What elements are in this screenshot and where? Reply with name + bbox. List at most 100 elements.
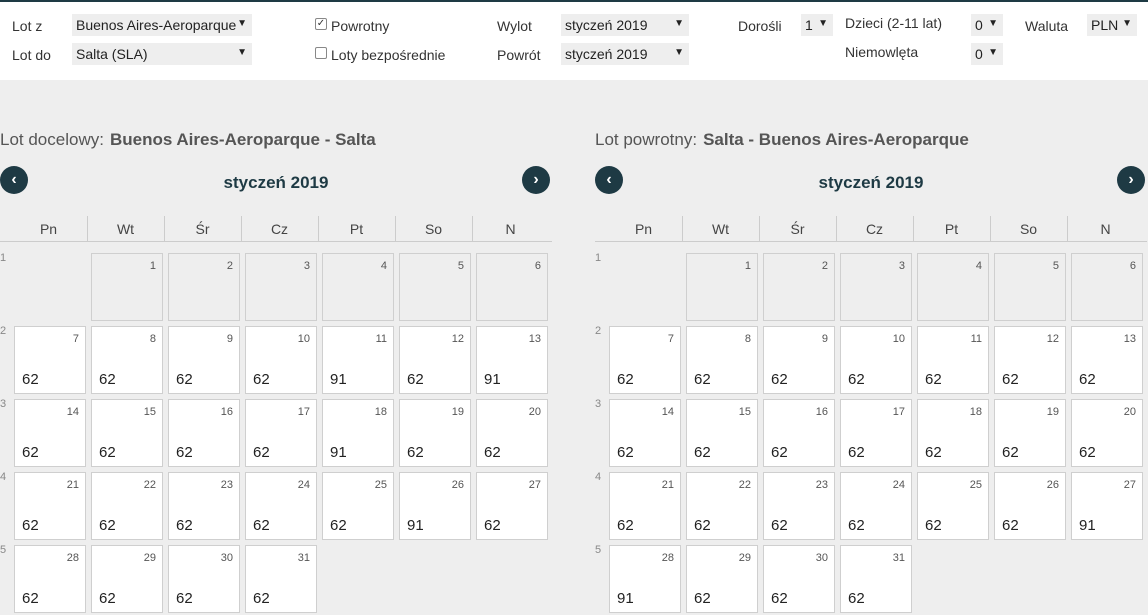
day-cell[interactable]: 21 62 (14, 472, 86, 540)
day-cell[interactable]: 27 91 (1071, 472, 1143, 540)
day-number: 8 (149, 333, 156, 345)
day-cell[interactable]: 14 62 (609, 399, 681, 467)
return-checkbox[interactable]: ✓ (315, 18, 327, 30)
day-cell[interactable]: 25 62 (322, 472, 394, 540)
day-cell[interactable]: 22 62 (91, 472, 163, 540)
infants-select[interactable]: 0 ▼ (971, 43, 1003, 65)
return-date-select[interactable]: styczeń 2019 ▼ (561, 43, 689, 65)
day-cell[interactable]: 31 62 (840, 545, 912, 613)
day-number: 27 (1123, 479, 1136, 491)
day-number: 21 (66, 479, 79, 491)
from-select[interactable]: Buenos Aires-Aeroparque ▼ (72, 14, 252, 36)
day-cell[interactable]: 7 62 (14, 326, 86, 394)
week-number: 3 (595, 398, 602, 410)
week-number: 2 (595, 325, 602, 337)
day-price: 62 (848, 444, 865, 461)
day-cell[interactable]: 8 62 (91, 326, 163, 394)
day-number: 27 (528, 479, 541, 491)
day-cell[interactable]: 16 62 (763, 399, 835, 467)
day-cell[interactable]: 24 62 (840, 472, 912, 540)
day-number: 13 (1123, 333, 1136, 345)
day-cell[interactable]: 10 62 (840, 326, 912, 394)
day-cell[interactable]: 20 62 (1071, 399, 1143, 467)
day-number: 2 (226, 260, 233, 272)
weekday-separator (682, 216, 683, 242)
weekday-separator (1067, 216, 1068, 242)
children-select[interactable]: 0 ▼ (971, 14, 1003, 36)
day-cell[interactable]: 13 91 (476, 326, 548, 394)
day-cell[interactable]: 31 62 (245, 545, 317, 613)
day-cell[interactable]: 23 62 (763, 472, 835, 540)
day-cell[interactable]: 14 62 (14, 399, 86, 467)
chevron-down-icon: ▼ (818, 18, 828, 29)
weekday-separator (472, 216, 473, 242)
departure-select[interactable]: styczeń 2019 ▼ (561, 14, 689, 36)
day-price: 62 (176, 590, 193, 607)
currency-value: PLN (1091, 17, 1119, 33)
day-price: 62 (407, 371, 424, 388)
day-cell[interactable]: 24 62 (245, 472, 317, 540)
day-cell[interactable]: 21 62 (609, 472, 681, 540)
day-cell: 4 (917, 253, 989, 321)
day-price: 62 (484, 444, 501, 461)
day-cell[interactable]: 15 62 (91, 399, 163, 467)
day-number: 25 (374, 479, 387, 491)
day-cell[interactable]: 12 62 (399, 326, 471, 394)
day-price: 62 (848, 590, 865, 607)
day-cell[interactable]: 17 62 (840, 399, 912, 467)
day-cell[interactable]: 27 62 (476, 472, 548, 540)
day-number: 12 (451, 333, 464, 345)
day-price: 91 (617, 590, 634, 607)
day-cell[interactable]: 13 62 (1071, 326, 1143, 394)
day-cell[interactable]: 25 62 (917, 472, 989, 540)
day-cell[interactable]: 20 62 (476, 399, 548, 467)
day-cell[interactable]: 11 91 (322, 326, 394, 394)
day-number: 22 (143, 479, 156, 491)
day-cell[interactable]: 8 62 (686, 326, 758, 394)
to-select[interactable]: Salta (SLA) ▼ (72, 43, 252, 65)
day-cell[interactable]: 26 62 (994, 472, 1066, 540)
week-number: 4 (0, 471, 7, 483)
day-cell[interactable]: 29 62 (686, 545, 758, 613)
day-cell[interactable]: 23 62 (168, 472, 240, 540)
adults-select[interactable]: 1 ▼ (801, 14, 833, 36)
day-number: 8 (744, 333, 751, 345)
day-cell[interactable]: 9 62 (763, 326, 835, 394)
day-number: 7 (667, 333, 674, 345)
day-cell[interactable]: 18 62 (917, 399, 989, 467)
day-cell[interactable]: 19 62 (994, 399, 1066, 467)
week-number: 2 (0, 325, 7, 337)
day-cell[interactable]: 30 62 (763, 545, 835, 613)
day-cell[interactable]: 22 62 (686, 472, 758, 540)
day-price: 62 (1002, 371, 1019, 388)
day-cell[interactable]: 17 62 (245, 399, 317, 467)
day-cell[interactable]: 9 62 (168, 326, 240, 394)
day-number: 5 (457, 260, 464, 272)
day-price: 62 (1002, 517, 1019, 534)
day-cell[interactable]: 12 62 (994, 326, 1066, 394)
day-number: 20 (528, 406, 541, 418)
to-label: Lot do (12, 47, 51, 63)
day-cell[interactable]: 7 62 (609, 326, 681, 394)
day-cell[interactable]: 26 91 (399, 472, 471, 540)
day-cell[interactable]: 19 62 (399, 399, 471, 467)
day-cell[interactable]: 10 62 (245, 326, 317, 394)
day-number: 5 (1052, 260, 1059, 272)
chevron-down-icon: ▼ (674, 47, 684, 58)
day-price: 62 (253, 517, 270, 534)
day-cell[interactable]: 16 62 (168, 399, 240, 467)
day-cell[interactable]: 29 62 (91, 545, 163, 613)
day-number: 18 (969, 406, 982, 418)
day-cell[interactable]: 11 62 (917, 326, 989, 394)
day-cell[interactable]: 15 62 (686, 399, 758, 467)
direct-flights-checkbox[interactable] (315, 47, 327, 59)
currency-select[interactable]: PLN ▼ (1087, 14, 1137, 36)
day-price: 62 (694, 371, 711, 388)
day-price: 62 (694, 444, 711, 461)
day-cell[interactable]: 30 62 (168, 545, 240, 613)
day-cell[interactable]: 18 91 (322, 399, 394, 467)
day-cell[interactable]: 28 62 (14, 545, 86, 613)
day-price: 62 (925, 517, 942, 534)
day-price: 62 (22, 371, 39, 388)
day-cell[interactable]: 28 91 (609, 545, 681, 613)
